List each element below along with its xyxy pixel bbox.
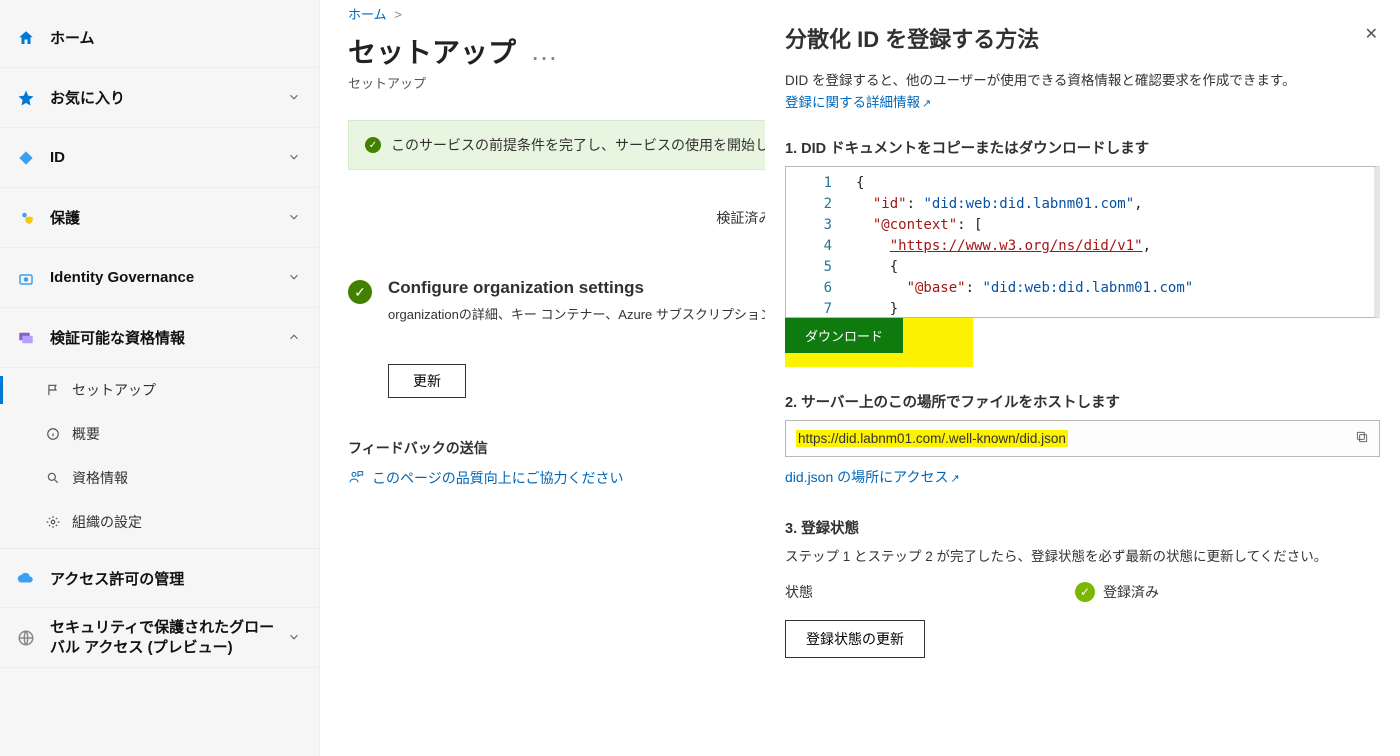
sub-label: セットアップ [72, 380, 156, 400]
cloud-icon [16, 568, 36, 588]
nav-label: Identity Governance [50, 269, 287, 286]
main-content: ホーム > セットアップ … セットアップ ✓ このサービスの前提条件を完了し、… [320, 0, 1400, 756]
status-label: 状態 [785, 582, 1075, 602]
shield-person-icon [16, 208, 36, 228]
refresh-status-button[interactable]: 登録状態の更新 [785, 620, 925, 658]
chevron-down-icon [287, 150, 303, 166]
breadcrumb-home[interactable]: ホーム [348, 7, 387, 22]
code-gutter: 1 2 3 4 5 6 7 [786, 167, 846, 317]
nav-label: セキュリティで保護されたグローバル アクセス (プレビュー) [50, 618, 287, 657]
sidebar-sub-org-settings[interactable]: 組織の設定 [0, 500, 319, 544]
sub-label: 資格情報 [72, 468, 128, 488]
nav-label: ホーム [50, 27, 303, 48]
status-check-icon: ✓ [1075, 582, 1095, 602]
gear-icon [44, 513, 62, 531]
step3-description: ステップ 1 とステップ 2 が完了したら、登録状態を必ず最新の状態に更新してく… [785, 546, 1380, 568]
search-icon [44, 469, 62, 487]
chevron-up-icon [287, 330, 303, 346]
breadcrumb-separator: > [394, 7, 402, 22]
step2-title: 2. サーバー上のこの場所でファイルをホストします [785, 391, 1380, 412]
more-info-link[interactable]: 登録に関する詳細情報↗ [785, 95, 931, 110]
sidebar-sub-overview[interactable]: 概要 [0, 412, 319, 456]
checkmark-icon: ✓ [365, 137, 381, 153]
nav-label: 検証可能な資格情報 [50, 327, 287, 348]
checkmark-icon: ✓ [348, 280, 372, 304]
status-value: 登録済み [1103, 582, 1159, 602]
sidebar-item-home[interactable]: ホーム [0, 8, 319, 68]
sidebar: ホーム お気に入り ID 保護 Identity Governance 検証可能… [0, 0, 320, 756]
nav-label: 保護 [50, 207, 287, 228]
sub-label: 組織の設定 [72, 512, 142, 532]
chevron-down-icon [287, 270, 303, 286]
diamond-icon [16, 148, 36, 168]
nav-label: アクセス許可の管理 [50, 568, 303, 589]
sidebar-item-protection[interactable]: 保護 [0, 188, 319, 248]
home-icon [16, 28, 36, 48]
download-highlight: ダウンロード [785, 318, 973, 367]
star-icon [16, 88, 36, 108]
status-row: 状態 ✓ 登録済み [785, 582, 1380, 602]
access-location-link[interactable]: did.json の場所にアクセス↗ [785, 469, 960, 485]
url-text: https://did.labnm01.com/.well-known/did.… [796, 431, 1355, 446]
did-registration-panel: 分散化 ID を登録する方法 ✕ DID を登録すると、他のユーザーが使用できる… [765, 0, 1400, 756]
banner-text: このサービスの前提条件を完了し、サービスの使用を開始し、資格 [391, 135, 811, 155]
update-button[interactable]: 更新 [388, 364, 466, 398]
more-actions-icon[interactable]: … [530, 35, 560, 67]
sidebar-item-permissions[interactable]: アクセス許可の管理 [0, 548, 319, 608]
sidebar-item-governance[interactable]: Identity Governance [0, 248, 319, 308]
sidebar-sub-credentials[interactable]: 資格情報 [0, 456, 319, 500]
close-button[interactable]: ✕ [1365, 24, 1378, 44]
download-button[interactable]: ダウンロード [785, 318, 903, 353]
sub-label: 概要 [72, 424, 100, 444]
sidebar-sub-setup[interactable]: セットアップ [0, 368, 319, 412]
governance-icon [16, 268, 36, 288]
sidebar-item-global-secure-access[interactable]: セキュリティで保護されたグローバル アクセス (プレビュー) [0, 608, 319, 668]
chevron-down-icon [287, 630, 303, 646]
chevron-down-icon [287, 90, 303, 106]
chevron-down-icon [287, 210, 303, 226]
sidebar-item-favorites[interactable]: お気に入り [0, 68, 319, 128]
url-box: https://did.labnm01.com/.well-known/did.… [785, 420, 1380, 457]
sidebar-item-verifiable-credentials[interactable]: 検証可能な資格情報 [0, 308, 319, 368]
panel-title: 分散化 ID を登録する方法 [785, 22, 1380, 54]
globe-icon [16, 628, 36, 648]
nav-label: ID [50, 149, 287, 166]
step1-title: 1. DID ドキュメントをコピーまたはダウンロードします [785, 137, 1380, 158]
code-block[interactable]: 1 2 3 4 5 6 7 { "id": "did:web:did.labnm… [785, 166, 1380, 318]
nav-label: お気に入り [50, 87, 287, 108]
step3-title: 3. 登録状態 [785, 517, 1380, 538]
panel-description: DID を登録すると、他のユーザーが使用できる資格情報と確認要求を作成できます。… [785, 70, 1380, 113]
flag-icon [44, 381, 62, 399]
code-body: { "id": "did:web:did.labnm01.com", "@con… [846, 167, 1193, 317]
person-feedback-icon [348, 469, 364, 488]
copy-icon[interactable] [1355, 430, 1369, 447]
sidebar-item-id[interactable]: ID [0, 128, 319, 188]
credential-icon [16, 328, 36, 348]
info-icon [44, 425, 62, 443]
